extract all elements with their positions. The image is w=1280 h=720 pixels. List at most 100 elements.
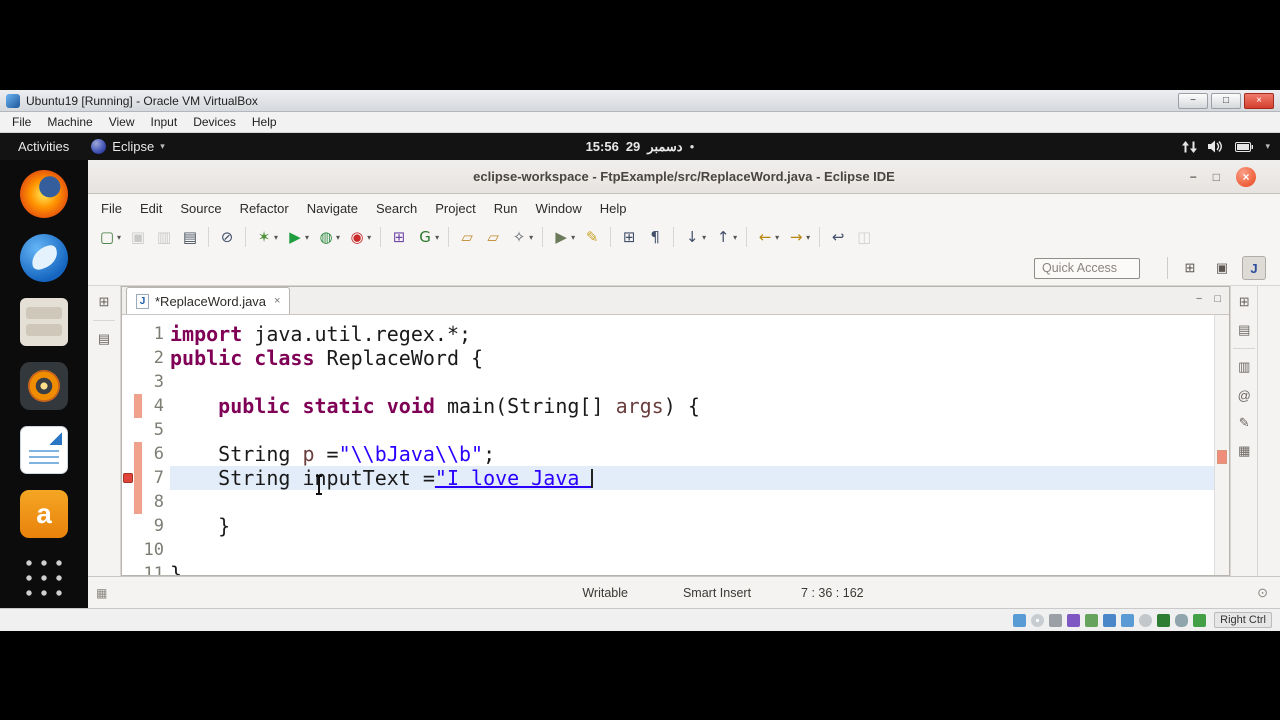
- restore-right-panel-icon[interactable]: ⊞: [1234, 292, 1254, 312]
- vbox-menu-devices[interactable]: Devices: [185, 115, 244, 129]
- dock-item-app-grid[interactable]: [16, 552, 72, 604]
- debug-button[interactable]: ✶ ▾: [252, 225, 281, 249]
- trim-stack-icon[interactable]: ▦: [96, 586, 107, 600]
- activities-button[interactable]: Activities: [10, 139, 77, 154]
- line-number[interactable]: 4: [142, 394, 170, 418]
- line-number[interactable]: 5: [142, 418, 170, 442]
- dock-item-firefox[interactable]: [16, 168, 72, 220]
- java-perspective-button[interactable]: J: [1242, 256, 1266, 280]
- error-marker-icon[interactable]: [123, 473, 133, 483]
- open-console-button[interactable]: ▤: [178, 225, 202, 249]
- mark-occurrences-button[interactable]: ✎: [580, 225, 604, 249]
- line-number[interactable]: 11: [142, 562, 170, 575]
- code-line-7[interactable]: 7 String inputText ="I love Java: [122, 466, 1214, 490]
- code-line-11[interactable]: 11}: [122, 562, 1214, 575]
- vbox-close-button[interactable]: ×: [1244, 92, 1274, 109]
- javaee-perspective-button[interactable]: ▣: [1210, 256, 1234, 280]
- system-tray[interactable]: ▾: [1182, 140, 1270, 153]
- back-button[interactable]: ← ▾: [753, 225, 782, 249]
- external-tools-button[interactable]: ▶ ▾: [549, 225, 578, 249]
- vm-recording-icon[interactable]: [1139, 613, 1153, 627]
- eclipse-restore-button[interactable]: □: [1213, 170, 1220, 184]
- code-line-10[interactable]: 10: [122, 538, 1214, 562]
- eclipse-close-button[interactable]: ×: [1236, 167, 1256, 187]
- overview-ruler[interactable]: [1214, 315, 1229, 575]
- code-line-6[interactable]: 6 String p ="\\bJava\\b";: [122, 442, 1214, 466]
- task-list-minimized-icon[interactable]: ▥: [1234, 357, 1254, 377]
- eclipse-menu-help[interactable]: Help: [591, 201, 636, 216]
- dock-item-rhythmbox[interactable]: [16, 360, 72, 412]
- mylyn-connect-icon[interactable]: @: [1234, 385, 1254, 405]
- line-number[interactable]: 2: [142, 346, 170, 370]
- eclipse-menu-window[interactable]: Window: [527, 201, 591, 216]
- new-wizard-button[interactable]: ▢ ▾: [95, 225, 124, 249]
- dock-item-amazon[interactable]: a: [16, 488, 72, 540]
- vm-mouse-icon[interactable]: [1175, 613, 1189, 627]
- vbox-minimize-button[interactable]: −: [1178, 92, 1208, 109]
- vbox-menu-file[interactable]: File: [4, 115, 39, 129]
- eclipse-titlebar[interactable]: eclipse-workspace - FtpExample/src/Repla…: [88, 160, 1280, 194]
- show-whitespace-button[interactable]: ¶: [643, 225, 667, 249]
- vm-shared-folders-icon[interactable]: [1121, 613, 1135, 627]
- code-line-2[interactable]: 2 public class ReplaceWord {: [122, 346, 1214, 370]
- forward-button[interactable]: → ▾: [784, 225, 813, 249]
- open-perspective-button[interactable]: ⊞: [1178, 256, 1202, 280]
- eclipse-menu-navigate[interactable]: Navigate: [298, 201, 367, 216]
- open-type-button[interactable]: ▱: [455, 225, 479, 249]
- skip-breakpoints-button[interactable]: ⊘: [215, 225, 239, 249]
- vm-optical-disc-icon[interactable]: [1031, 613, 1045, 627]
- line-number[interactable]: 3: [142, 370, 170, 394]
- code-line-4[interactable]: 4 public static void main(String[] args)…: [122, 394, 1214, 418]
- dock-item-libreoffice-writer[interactable]: [16, 424, 72, 476]
- eclipse-menu-project[interactable]: Project: [426, 201, 484, 216]
- web-service-button[interactable]: G ▾: [413, 225, 442, 249]
- app-menu-eclipse[interactable]: Eclipse ▾: [91, 139, 165, 154]
- dock-item-thunderbird[interactable]: [16, 232, 72, 284]
- eclipse-menu-run[interactable]: Run: [485, 201, 527, 216]
- tab-close-icon[interactable]: ×: [274, 295, 280, 307]
- vm-keyboard-icon[interactable]: [1193, 613, 1207, 627]
- vm-features-icon[interactable]: [1157, 613, 1171, 627]
- snippets-view-minimized-icon[interactable]: ✎: [1234, 413, 1254, 433]
- eclipse-menu-edit[interactable]: Edit: [131, 201, 171, 216]
- outline-view-minimized-icon[interactable]: ▤: [1234, 320, 1254, 340]
- code-line-5[interactable]: 5: [122, 418, 1214, 442]
- quick-access-field[interactable]: Quick Access: [1034, 258, 1140, 279]
- restore-left-panel-icon[interactable]: ⊞: [94, 292, 114, 312]
- profile-button[interactable]: ◉ ▾: [345, 225, 374, 249]
- line-number[interactable]: 10: [142, 538, 170, 562]
- editor-tab-replaceword[interactable]: J *ReplaceWord.java ×: [126, 287, 291, 314]
- vm-usb-icon[interactable]: [1103, 613, 1117, 627]
- run-button[interactable]: ▶ ▾: [283, 225, 312, 249]
- vbox-menu-machine[interactable]: Machine: [39, 115, 100, 129]
- code-line-9[interactable]: 9 }: [122, 514, 1214, 538]
- new-web-component-button[interactable]: ⊞: [617, 225, 641, 249]
- new-java-project-button[interactable]: ⊞: [387, 225, 411, 249]
- vm-display-icon[interactable]: [1013, 613, 1027, 627]
- vbox-titlebar[interactable]: Ubuntu19 [Running] - Oracle VM VirtualBo…: [0, 90, 1280, 112]
- clock[interactable]: 15:56 29 دسمبر ●: [586, 139, 695, 155]
- minimize-view-icon[interactable]: −: [1196, 293, 1202, 305]
- vm-hard-disk-icon[interactable]: [1049, 613, 1063, 627]
- vm-network-icon[interactable]: [1085, 613, 1099, 627]
- vm-audio-icon[interactable]: [1067, 613, 1081, 627]
- eclipse-menu-file[interactable]: File: [92, 201, 131, 216]
- code-area[interactable]: 1 import java.util.regex.*; 2 public class …: [122, 315, 1214, 575]
- line-number[interactable]: 9: [142, 514, 170, 538]
- eclipse-menu-refactor[interactable]: Refactor: [231, 201, 298, 216]
- project-explorer-minimized-icon[interactable]: ▤: [94, 329, 114, 349]
- line-number[interactable]: 6: [142, 442, 170, 466]
- vbox-menu-help[interactable]: Help: [244, 115, 285, 129]
- vbox-maximize-button[interactable]: □: [1211, 92, 1241, 109]
- previous-annotation-button[interactable]: ↑ ▾: [711, 225, 740, 249]
- line-number[interactable]: 7: [142, 466, 170, 490]
- servers-view-minimized-icon[interactable]: ▦: [1234, 441, 1254, 461]
- maximize-view-icon[interactable]: □: [1214, 293, 1221, 305]
- vbox-menu-input[interactable]: Input: [143, 115, 186, 129]
- coverage-button[interactable]: ◍ ▾: [314, 225, 343, 249]
- open-resource-button[interactable]: ▱: [481, 225, 505, 249]
- dock-item-files[interactable]: [16, 296, 72, 348]
- code-line-8[interactable]: 8: [122, 490, 1214, 514]
- code-line-1[interactable]: 1 import java.util.regex.*;: [122, 322, 1214, 346]
- line-number[interactable]: 1: [142, 322, 170, 346]
